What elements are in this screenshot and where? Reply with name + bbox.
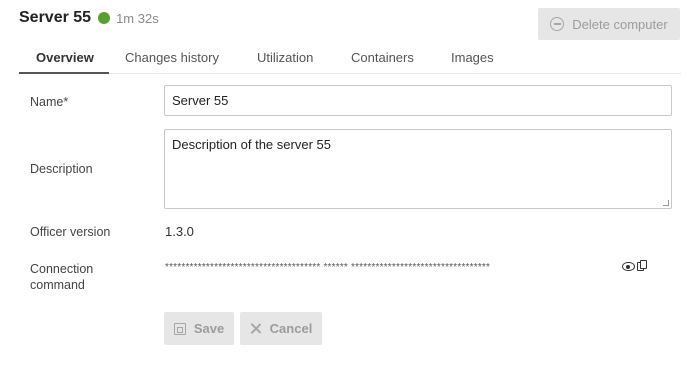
uptime-label: 1m 32s: [116, 10, 159, 26]
connection-command-label-line1: Connection: [30, 262, 94, 276]
description-field[interactable]: Description of the server 55: [164, 129, 672, 209]
delete-computer-button[interactable]: Delete computer: [538, 8, 680, 40]
active-tab-indicator: [19, 72, 109, 74]
officer-version-value: 1.3.0: [165, 224, 194, 239]
tab-images[interactable]: Images: [451, 50, 494, 65]
page-title: Server 55: [19, 9, 92, 26]
cancel-label: Cancel: [269, 321, 313, 336]
officer-version-label: Officer version: [30, 225, 111, 239]
save-button[interactable]: Save: [164, 312, 234, 345]
floppy-disk-icon: [173, 322, 186, 335]
online-status-icon: [98, 12, 111, 24]
connection-command-label-line2: command: [30, 278, 85, 292]
close-icon: [250, 323, 261, 334]
cancel-button[interactable]: Cancel: [240, 312, 322, 345]
name-field[interactable]: Server 55: [164, 85, 672, 116]
tab-changes-history[interactable]: Changes history: [125, 50, 219, 65]
connection-command-masked: ************************************** *…: [165, 262, 491, 273]
tab-utilization[interactable]: Utilization: [257, 50, 313, 65]
resize-handle-icon[interactable]: [663, 200, 669, 206]
save-label: Save: [193, 321, 225, 336]
description-label: Description: [30, 162, 93, 176]
copy-icon[interactable]: [637, 260, 647, 272]
page-header: Server 55 1m 32s: [19, 8, 159, 28]
tab-overview[interactable]: Overview: [36, 50, 94, 65]
minus-circle-icon: [550, 17, 565, 31]
eye-icon[interactable]: [622, 262, 635, 271]
name-label: Name*: [30, 95, 69, 109]
delete-computer-label: Delete computer: [572, 16, 668, 32]
tab-bar: Overview Changes history Utilization Con…: [19, 42, 681, 74]
description-text: Description of the server 55: [172, 137, 331, 152]
tab-containers[interactable]: Containers: [351, 50, 414, 65]
